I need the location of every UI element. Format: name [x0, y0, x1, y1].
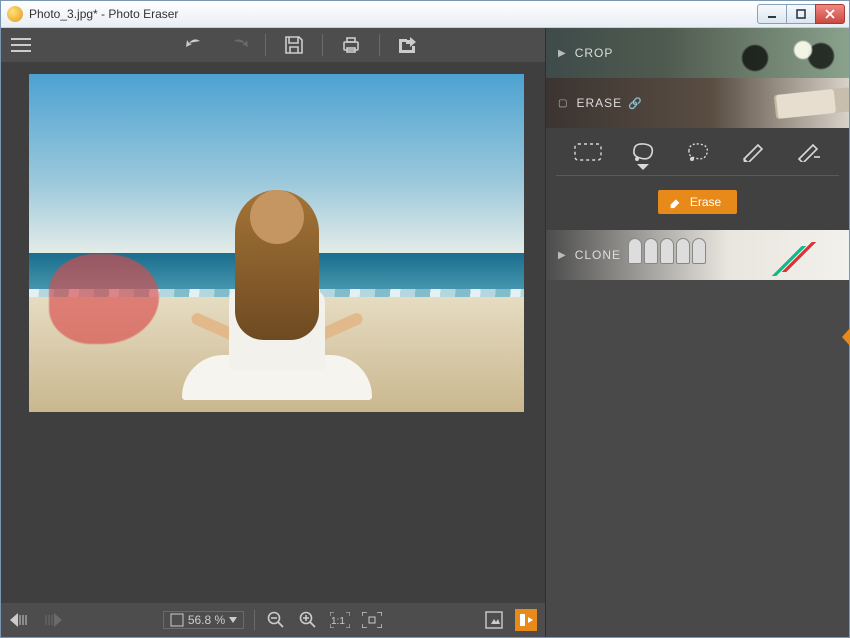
- poly-lasso-tool[interactable]: [678, 136, 718, 168]
- separator: [254, 610, 255, 630]
- zoom-value: 56.8 %: [188, 613, 225, 627]
- menu-icon: [11, 38, 31, 52]
- next-image-button[interactable]: [41, 609, 63, 631]
- panel-erase-header[interactable]: ▢ ERASE 🔗: [546, 78, 849, 128]
- erase-button-label: Erase: [690, 195, 721, 209]
- actual-size-icon: 1:1: [330, 612, 350, 628]
- prev-image-button[interactable]: [9, 609, 31, 631]
- top-toolbar: [1, 28, 545, 62]
- brush-add-tool[interactable]: [733, 136, 773, 168]
- compare-button[interactable]: [483, 609, 505, 631]
- close-icon: [825, 9, 835, 19]
- eraser-icon: [668, 195, 682, 209]
- photo-subject: [187, 170, 367, 400]
- redo-button[interactable]: [225, 33, 249, 57]
- print-icon: [341, 35, 361, 55]
- rect-select-tool[interactable]: [568, 136, 608, 168]
- zoom-in-icon: [299, 611, 317, 629]
- zoom-out-icon: [267, 611, 285, 629]
- zoom-in-button[interactable]: [297, 609, 319, 631]
- save-icon: [284, 35, 304, 55]
- zoom-out-button[interactable]: [265, 609, 287, 631]
- window-title: Photo_3.jpg* - Photo Eraser: [29, 7, 758, 21]
- lasso-icon: [630, 141, 656, 163]
- window-controls: [758, 4, 845, 24]
- link-icon: 🔗: [628, 97, 643, 110]
- left-pane: 56.8 % 1:1: [1, 28, 545, 637]
- before-after-icon: [518, 612, 534, 628]
- maximize-button[interactable]: [786, 4, 816, 24]
- rect-select-icon: [574, 143, 602, 161]
- brush-add-icon: [741, 142, 765, 162]
- save-button[interactable]: [282, 33, 306, 57]
- chevron-down-icon: ▢: [558, 98, 568, 109]
- before-after-button[interactable]: [515, 609, 537, 631]
- maximize-icon: [796, 9, 806, 19]
- erase-tool-row: [546, 128, 849, 176]
- panel-erase-label: ERASE: [576, 96, 622, 110]
- chevron-right-icon: ▶: [558, 250, 567, 261]
- actual-size-button[interactable]: 1:1: [329, 609, 351, 631]
- svg-text:1:1: 1:1: [331, 616, 345, 627]
- app-window: Photo_3.jpg* - Photo Eraser: [0, 0, 850, 638]
- minimize-icon: [767, 9, 777, 19]
- photo-canvas[interactable]: [29, 74, 524, 412]
- prev-arrow-icon: [10, 613, 30, 627]
- separator: [322, 34, 323, 56]
- panel-erase-body: Erase: [546, 128, 849, 230]
- redo-icon: [226, 37, 248, 53]
- canvas-area[interactable]: [1, 62, 545, 603]
- panel-crop-label: CROP: [575, 46, 614, 60]
- panel-clone-header[interactable]: ▶ CLONE: [546, 230, 849, 280]
- titlebar: Photo_3.jpg* - Photo Eraser: [1, 1, 849, 28]
- undo-button[interactable]: [185, 33, 209, 57]
- status-bar: 56.8 % 1:1: [1, 603, 545, 637]
- export-button[interactable]: [396, 33, 420, 57]
- erase-button[interactable]: Erase: [658, 190, 737, 214]
- separator: [379, 34, 380, 56]
- fit-screen-button[interactable]: [361, 609, 383, 631]
- zoom-display[interactable]: 56.8 %: [163, 611, 244, 629]
- panel-crop-header[interactable]: ▶ CROP: [546, 28, 849, 78]
- undo-icon: [186, 37, 208, 53]
- app-icon: [7, 6, 23, 22]
- panel-clone-label: CLONE: [575, 248, 621, 262]
- export-icon: [396, 36, 420, 54]
- lasso-tool[interactable]: [623, 136, 663, 168]
- menu-button[interactable]: [9, 33, 33, 57]
- brush-remove-tool[interactable]: [788, 136, 828, 168]
- fit-icon: [170, 613, 184, 627]
- close-button[interactable]: [815, 4, 845, 24]
- print-button[interactable]: [339, 33, 363, 57]
- next-arrow-icon: [42, 613, 62, 627]
- poly-lasso-icon: [685, 141, 711, 163]
- collapse-panel-button[interactable]: [842, 328, 850, 346]
- separator: [265, 34, 266, 56]
- clone-decor: [628, 238, 706, 264]
- erase-action-row: Erase: [546, 176, 849, 230]
- brush-remove-icon: [796, 142, 820, 162]
- side-panel: ▶ CROP ▢ ERASE 🔗: [545, 28, 849, 637]
- dropdown-icon: [229, 617, 237, 623]
- minimize-button[interactable]: [757, 4, 787, 24]
- app-body: 56.8 % 1:1: [1, 28, 849, 637]
- fit-screen-icon: [362, 612, 382, 628]
- compare-icon: [485, 611, 503, 629]
- chevron-right-icon: ▶: [558, 48, 567, 59]
